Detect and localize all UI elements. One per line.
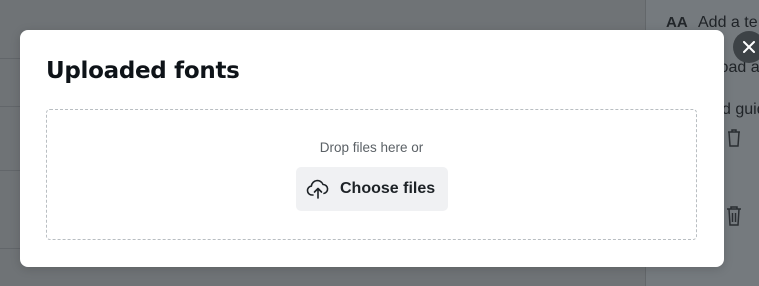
- close-button[interactable]: [733, 31, 759, 63]
- drop-instruction-text: Drop files here or: [319, 140, 424, 155]
- background-item-guide: d guid: [722, 101, 759, 118]
- file-drop-zone[interactable]: Drop files here or Choose files: [46, 109, 697, 240]
- uploaded-fonts-dialog: Uploaded fonts Drop files here or Choose…: [20, 30, 724, 267]
- text-size-icon: AA: [666, 14, 688, 31]
- cloud-upload-icon: [306, 179, 329, 199]
- dialog-title: Uploaded fonts: [46, 58, 240, 84]
- choose-files-label: Choose files: [340, 180, 436, 197]
- trash-icon: [727, 206, 741, 226]
- trash-icon: [728, 129, 740, 147]
- close-icon: [743, 41, 755, 53]
- choose-files-button[interactable]: Choose files: [296, 167, 448, 211]
